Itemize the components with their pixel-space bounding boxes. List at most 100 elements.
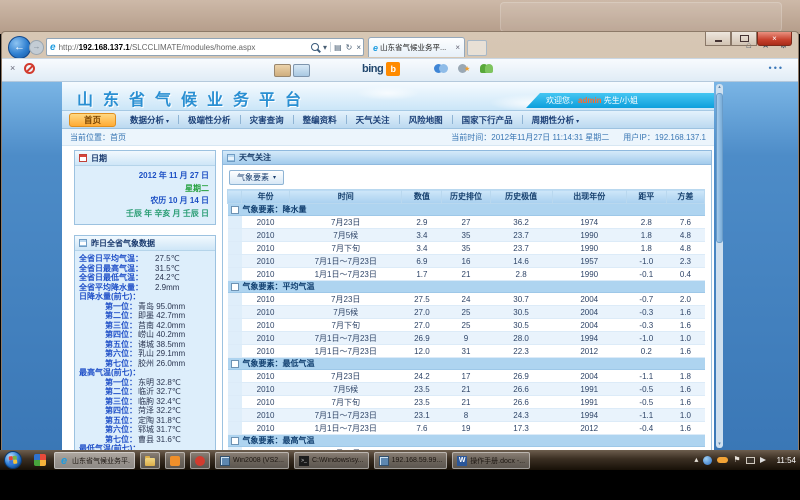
cell: 7月5候 <box>290 229 402 242</box>
table-row: 20101月1日～7月23日12.03122.320120.21.6 <box>228 345 705 358</box>
nav-item-2[interactable]: 数据分析▾ <box>121 114 178 126</box>
letterbox <box>0 470 800 500</box>
group-checkbox[interactable] <box>231 283 239 291</box>
cell: 2.0 <box>666 293 704 306</box>
bing-icon[interactable]: b <box>386 62 400 76</box>
compatibility-view-icon[interactable]: ▤ <box>334 43 342 52</box>
nav-item-8[interactable]: 国家下行产品 <box>453 114 522 126</box>
people-icon[interactable] <box>480 64 493 73</box>
group-checkbox[interactable] <box>231 206 239 214</box>
taskbar-button-7[interactable]: 192.168.59.99... <box>374 452 448 469</box>
show-hidden-icons-button[interactable]: ▴ <box>694 455 698 465</box>
forward-button[interactable]: → <box>29 40 44 55</box>
volume-icon[interactable] <box>760 457 769 463</box>
taskbar-button-3[interactable] <box>165 452 185 469</box>
element-filter-button[interactable]: 气象要素▾ <box>229 170 284 185</box>
cell: 23.1 <box>402 409 442 422</box>
new-tab-button[interactable] <box>467 40 487 56</box>
taskbar-clock[interactable]: 11:54 <box>777 456 796 465</box>
start-button[interactable] <box>4 451 22 469</box>
rank-value: 郓城 31.7℃ <box>138 425 181 435</box>
cell: 8 <box>442 409 490 422</box>
taskbar-button-8[interactable]: W操作手册.docx -... <box>452 452 530 469</box>
cell: -1.1 <box>626 409 666 422</box>
welcome-prefix: 欢迎您， <box>546 96 578 105</box>
rank-item: 第四位：崂山 40.2mm <box>79 330 211 340</box>
taskbar-button-5[interactable]: Win2008 (VS2... <box>215 452 289 469</box>
cell: 2010 <box>242 345 290 358</box>
cell: 1月1日～7月23日 <box>290 422 402 435</box>
address-bar[interactable]: e http://192.168.137.1/SLCCLIMATE/module… <box>46 38 364 56</box>
profile-star-icon[interactable]: ★ <box>458 64 470 73</box>
nav-item-6[interactable]: 天气关注 <box>347 114 399 126</box>
cell: 1.6 <box>666 319 704 332</box>
cell: 19 <box>442 422 490 435</box>
weather-panel-body: 全省日平均气温：27.5℃全省日最高气温：31.5℃全省日最低气温：24.2℃全… <box>75 251 215 452</box>
rank-value: 曹县 31.6℃ <box>138 435 181 445</box>
table-row: 20107月下旬3.43523.719901.84.8 <box>228 242 705 255</box>
address-dropdown-icon[interactable]: ▾ <box>323 43 327 52</box>
taskbar-button-1[interactable]: e山东省气候业务平... <box>54 452 135 469</box>
refresh-button[interactable]: ↻ <box>346 43 353 52</box>
maximize-button[interactable] <box>731 32 757 46</box>
cell: 23.7 <box>490 229 552 242</box>
scroll-down-arrow[interactable]: ▾ <box>716 441 723 448</box>
close-pane-button[interactable]: × <box>10 63 15 73</box>
nav-item-5[interactable]: 整编资料 <box>294 114 346 126</box>
rank-item: 第五位：诸城 38.5mm <box>79 340 211 350</box>
cell: 27.5 <box>402 293 442 306</box>
cell: 2.8 <box>490 268 552 281</box>
search-icon[interactable] <box>311 43 319 51</box>
cell: 4.8 <box>666 229 704 242</box>
rank-item: 第一位：青岛 95.0mm <box>79 302 211 312</box>
group-checkbox[interactable] <box>231 437 239 445</box>
main-panel-body: 气象要素▾ 年份时间数值历史排位历史极值出现年份距平方差 气象要素：降水量201… <box>222 165 712 452</box>
row-lead-cell <box>228 255 242 268</box>
nav-item-1[interactable]: 首页 <box>69 113 116 127</box>
table-row: 20107月下旬23.52126.61991-0.51.6 <box>228 396 705 409</box>
network-icon[interactable] <box>746 457 755 464</box>
weather-tray-icon[interactable] <box>717 457 728 463</box>
action-center-flag-icon[interactable]: ⚑ <box>733 455 740 465</box>
taskbar-button-2[interactable] <box>140 452 160 469</box>
messenger-icon[interactable] <box>434 64 448 73</box>
cell: 26.6 <box>490 383 552 396</box>
cell: 6.9 <box>402 255 442 268</box>
stop-button[interactable]: × <box>356 43 361 52</box>
cell: 21 <box>442 396 490 409</box>
nav-item-7[interactable]: 风险地图 <box>400 114 452 126</box>
browser-tab[interactable]: e 山东省气候业务平... × <box>368 37 465 57</box>
cell: -1.1 <box>626 370 666 383</box>
cell: 26.9 <box>402 332 442 345</box>
nav-item-3[interactable]: 极端性分析 <box>179 114 240 126</box>
scrollbar-thumb[interactable] <box>716 93 723 243</box>
back-button[interactable]: ← <box>8 36 31 59</box>
group-checkbox[interactable] <box>231 360 239 368</box>
row-lead-cell <box>228 229 242 242</box>
pinned-app-icon[interactable] <box>34 454 46 466</box>
date-panel-header: 日期 <box>75 151 215 166</box>
row-lead-cell <box>228 306 242 319</box>
cell: 2004 <box>552 319 626 332</box>
scroll-up-arrow[interactable]: ▴ <box>716 84 723 91</box>
cell: 2010 <box>242 396 290 409</box>
close-tab-button[interactable]: × <box>453 43 462 52</box>
cell: 4.8 <box>666 242 704 255</box>
close-window-button[interactable]: × <box>757 32 792 46</box>
cell: 2010 <box>242 370 290 383</box>
row-lead-cell <box>228 422 242 435</box>
sidebar: 日期 2012 年 11 月 27 日星期二农历 10 月 14 日壬辰 年 辛… <box>74 150 216 452</box>
browser-command-bar: × bing b ★ ••• <box>2 58 798 82</box>
page-scrollbar[interactable]: ▴ ▾ <box>716 84 723 448</box>
overflow-menu-button[interactable]: ••• <box>769 63 784 73</box>
nav-item-4[interactable]: 灾害查询 <box>241 114 293 126</box>
rank-item: 第三位：莒南 42.0mm <box>79 321 211 331</box>
minimize-button[interactable] <box>705 32 731 46</box>
nav-item-9[interactable]: 周期性分析▾ <box>523 114 589 126</box>
network-globe-icon[interactable] <box>703 456 712 465</box>
cell: 21 <box>442 268 490 281</box>
taskbar-button-4[interactable] <box>190 452 210 469</box>
section-title: 天气关注 <box>239 152 271 163</box>
cell: 2010 <box>242 422 290 435</box>
taskbar-button-6[interactable]: >_C:\Windows\sy... <box>294 452 369 469</box>
